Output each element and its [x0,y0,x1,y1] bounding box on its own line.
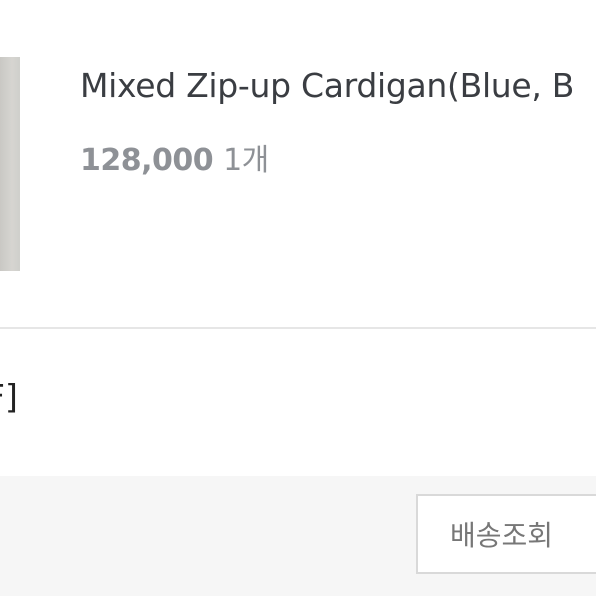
divider [0,327,596,329]
price-line: 128,000 1개 [80,135,269,179]
product-image[interactable] [0,57,20,271]
order-option-text: F] [0,377,18,416]
product-quantity: 1개 [223,143,269,178]
track-delivery-button[interactable]: 배송조회 [416,494,596,574]
product-price: 128,000 [80,143,214,178]
order-item-card: Mixed Zip-up Cardigan(Blue, B 128,000 1개… [0,0,596,596]
product-name[interactable]: Mixed Zip-up Cardigan(Blue, B [80,66,574,105]
